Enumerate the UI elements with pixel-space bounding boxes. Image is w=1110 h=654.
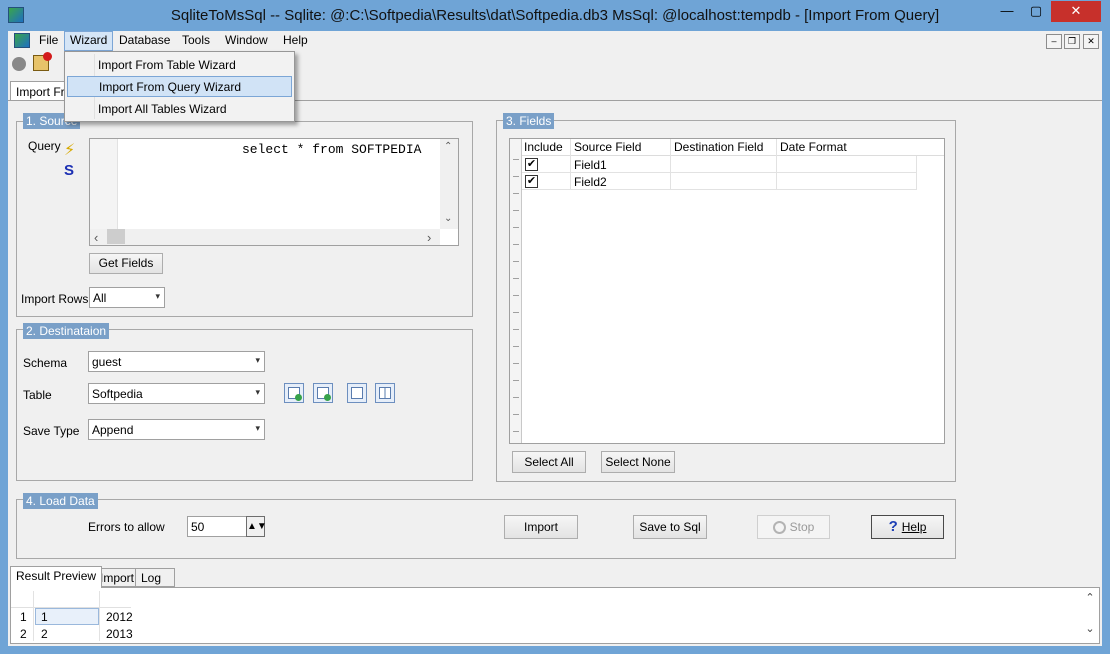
result-vertical-scrollbar[interactable]: ⌃ ⌄ [1082,591,1098,641]
query-vertical-scrollbar[interactable]: ⌃ ⌄ [440,139,458,229]
stop-icon [772,521,786,534]
scroll-up-icon[interactable]: ⌃ [444,141,452,152]
scroll-left-icon[interactable]: ‹ [94,230,98,245]
tab-log[interactable]: Log [135,568,175,587]
column-header-source-field[interactable]: Source Field [572,140,641,156]
table-row[interactable]: ✔ Field2 [522,173,917,190]
menu-file[interactable]: File [34,31,63,51]
column-header-include[interactable]: Include [522,140,563,156]
import-rows-value: All [93,291,107,305]
menu-database[interactable]: Database [114,31,175,51]
get-fields-button[interactable]: Get Fields [89,253,163,274]
import-rows-label: Import Rows [21,292,89,306]
menu-item-import-from-table-wizard[interactable]: Import From Table Wizard [67,54,292,75]
save-type-select[interactable]: Append ▾ [88,419,265,440]
menu-help[interactable]: Help [278,31,313,51]
menu-wizard[interactable]: Wizard [64,31,114,51]
query-label: Query [28,139,61,153]
query-text[interactable]: select * from SOFTPEDIA [242,142,421,157]
tab-result-preview[interactable]: Result Preview [10,566,103,588]
help-button[interactable]: ? Help [871,515,944,539]
minimize-button[interactable]: — [993,1,1021,22]
stop-button[interactable]: Stop [757,515,830,539]
result-cell[interactable]: 2013 [106,627,133,643]
scroll-down-icon[interactable]: ⌄ [1082,622,1098,635]
mdi-close-button[interactable]: ✕ [1083,34,1099,49]
query-horizontal-scrollbar[interactable]: ‹ › [90,229,440,245]
source-field-cell[interactable]: Field1 [574,158,607,172]
chevron-down-icon[interactable]: ▾ [255,355,260,366]
lightning-icon[interactable]: ⚡ [64,140,75,160]
table-label: Table [23,388,52,402]
chevron-down-icon[interactable]: ▾ [255,387,260,398]
result-preview-grid[interactable] [10,587,1100,644]
result-cell[interactable]: 2012 [106,610,133,626]
sql-icon[interactable]: S [64,162,74,179]
preview-table-icon[interactable] [347,383,367,403]
menu-item-import-from-query-wizard[interactable]: Import From Query Wizard [67,76,292,97]
load-data-group-title: 4. Load Data [23,493,98,509]
save-to-sql-button[interactable]: Save to Sql [633,515,707,539]
schema-value: guest [92,355,122,369]
errors-label: Errors to allow [88,520,165,534]
mdi-minimize-button[interactable]: – [1046,34,1062,49]
column-header-date-format[interactable]: Date Format [778,140,847,156]
result-cell[interactable]: 2 [41,627,48,643]
window-title: SqliteToMsSql -- Sqlite: @:C:\Softpedia\… [170,7,940,24]
columns-icon[interactable] [375,383,395,403]
include-checkbox[interactable]: ✔ [525,175,538,188]
row-number: 1 [20,610,27,624]
destination-group-title: 2. Destinataion [23,323,110,339]
select-none-button[interactable]: Select None [601,451,675,473]
chevron-down-icon[interactable]: ▾ [255,423,260,434]
disconnect-icon[interactable] [33,52,52,71]
select-all-button[interactable]: Select All [512,451,586,473]
help-label: Help [901,520,927,534]
schema-select[interactable]: guest ▾ [88,351,265,372]
errors-input[interactable]: 50 [187,516,247,537]
source-field-cell[interactable]: Field2 [574,175,607,189]
menu-window[interactable]: Window [220,31,273,51]
scroll-up-icon[interactable]: ⌃ [1082,591,1098,604]
fields-group-title: 3. Fields [503,113,555,129]
maximize-button[interactable]: ▢ [1022,1,1050,22]
table-row[interactable]: ✔ Field1 [522,156,917,173]
row-indicator-column [510,139,522,443]
import-rows-select[interactable]: All ▾ [89,287,165,308]
menu-tools[interactable]: Tools [177,31,215,51]
result-cell[interactable]: 1 [41,610,48,626]
stop-label: Stop [789,520,815,534]
include-checkbox[interactable]: ✔ [525,158,538,171]
wizard-dropdown-menu: Import From Table Wizard Import From Que… [64,51,295,122]
new-table-icon[interactable] [284,383,304,403]
mdi-restore-button[interactable]: ❐ [1064,34,1080,49]
column-header-destination-field[interactable]: Destination Field [672,140,763,156]
scroll-right-icon[interactable]: › [427,230,431,245]
close-button[interactable]: ✕ [1051,1,1101,22]
schema-label: Schema [23,356,68,370]
row-number: 2 [20,627,27,641]
connect-icon[interactable] [12,57,26,71]
scroll-down-icon[interactable]: ⌄ [444,213,452,224]
add-table-icon[interactable] [313,383,333,403]
scrollbar-thumb[interactable] [107,229,125,244]
save-type-value: Append [92,423,134,437]
table-select[interactable]: Softpedia ▾ [88,383,265,404]
column-divider [33,591,34,641]
import-button[interactable]: Import [504,515,578,539]
spin-updown-icon[interactable]: ▲▼ [246,516,267,537]
help-icon: ? [888,518,898,535]
menu-item-import-all-tables-wizard[interactable]: Import All Tables Wizard [67,98,292,119]
column-divider [99,591,100,641]
document-tab[interactable]: Import From Query [10,81,72,101]
query-gutter [90,139,118,229]
chevron-down-icon[interactable]: ▾ [155,291,160,302]
mdi-child-icon[interactable] [14,33,30,48]
save-type-label: Save Type [23,424,80,438]
table-value: Softpedia [92,387,143,401]
